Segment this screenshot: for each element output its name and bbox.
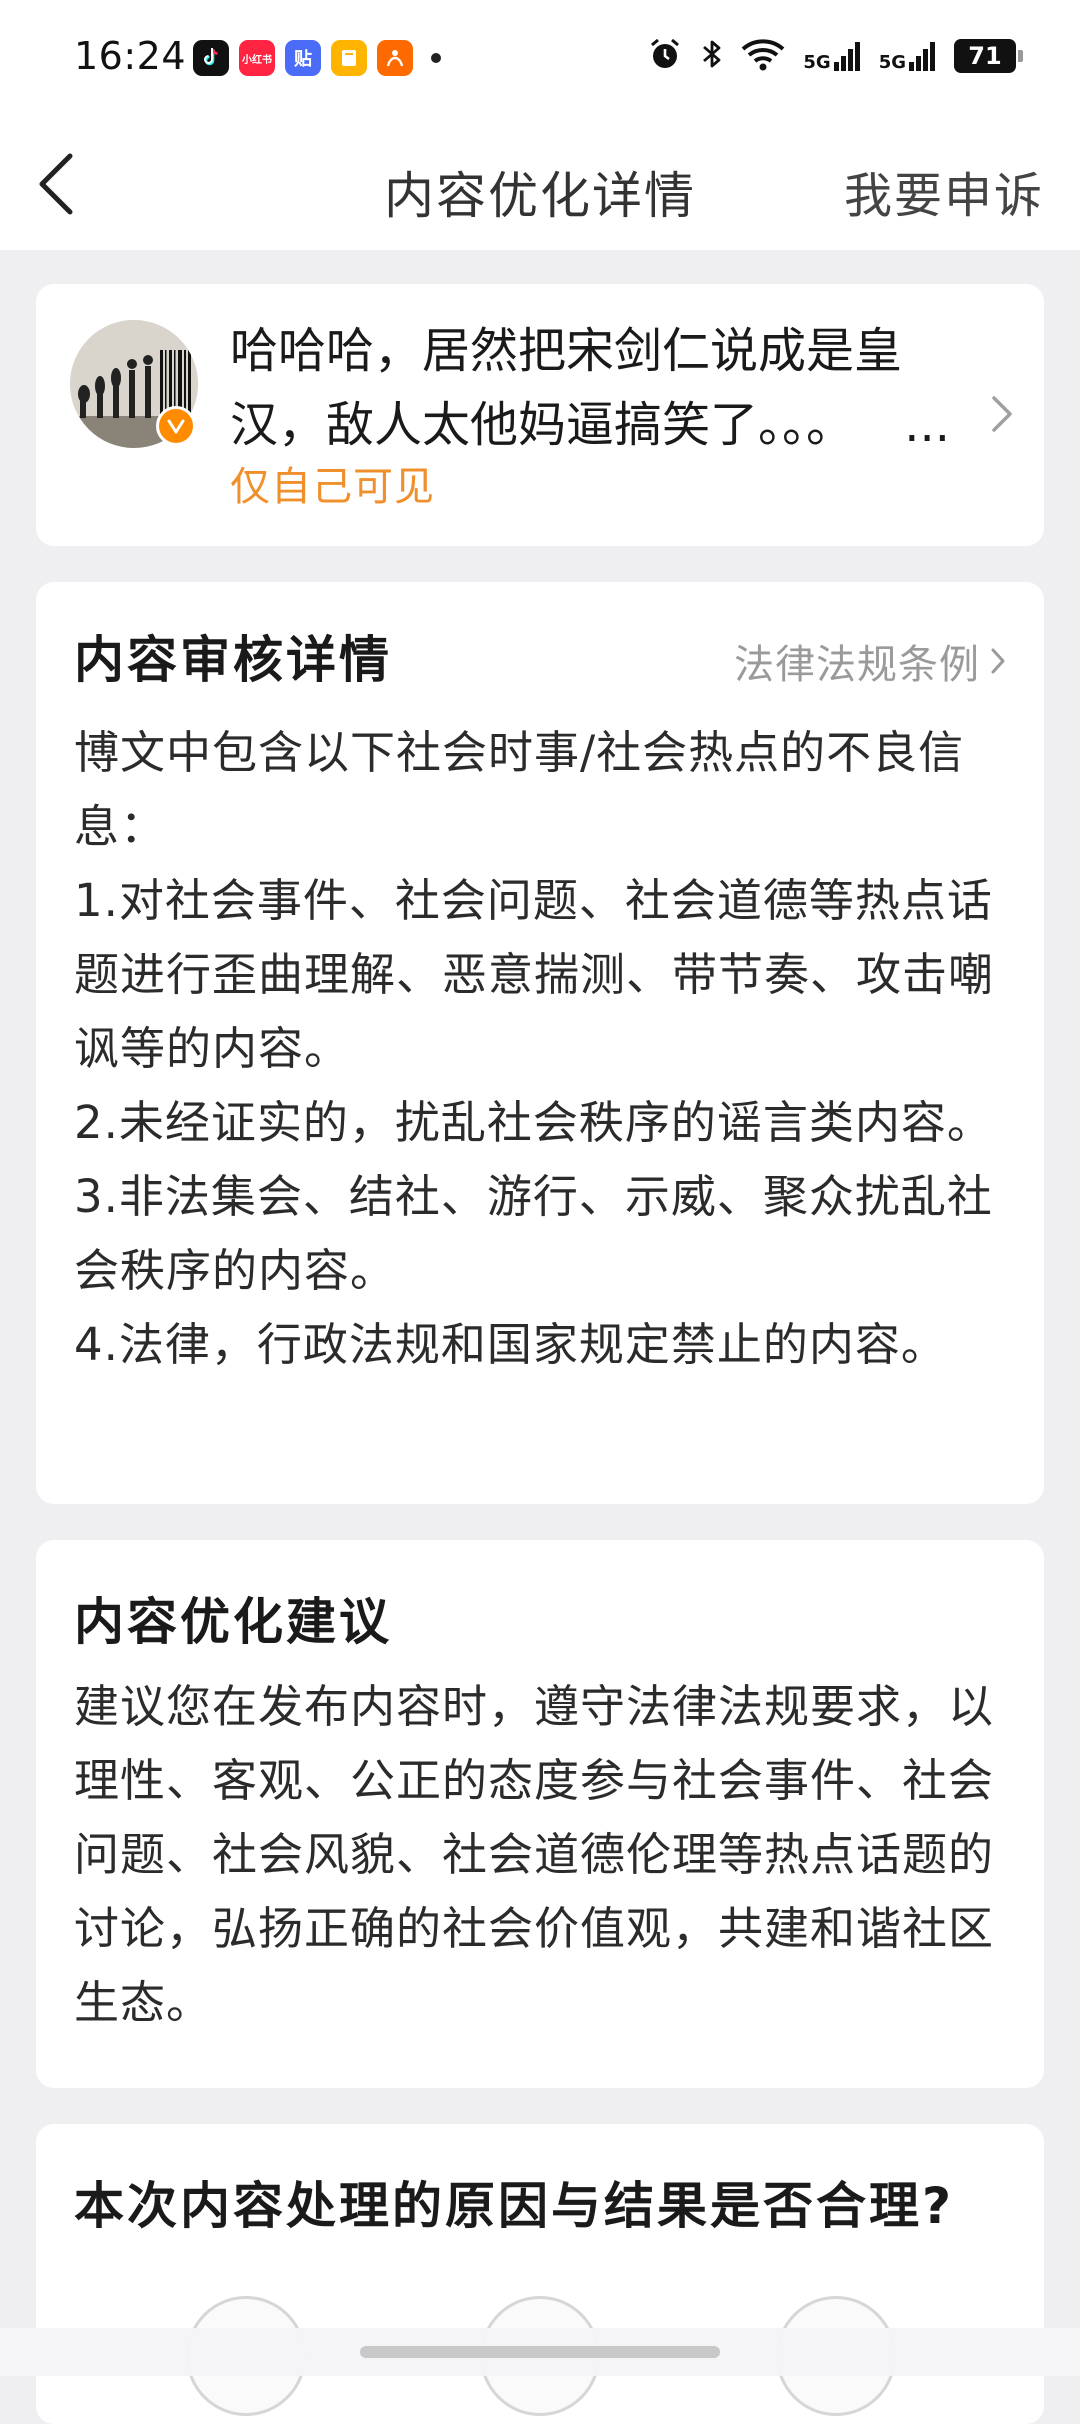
post-text: 哈哈哈，居然把宋剑仁说成是皇汉，敌人太他妈逼搞笑了。。。 <box>230 323 903 453</box>
appeal-button[interactable]: 我要申诉 <box>844 156 1044 226</box>
chevron-right-icon <box>992 396 1012 432</box>
more-notifications-dot <box>431 53 441 63</box>
home-indicator <box>0 2328 1080 2376</box>
cellular-signal-1: 5G <box>803 40 860 72</box>
home-indicator-bar[interactable] <box>360 2346 720 2358</box>
alarm-icon <box>647 36 683 76</box>
avatar <box>70 320 198 448</box>
feedback-question: 本次内容处理的原因与结果是否合理? <box>74 2177 955 2235</box>
chevron-right-icon <box>991 648 1005 674</box>
review-item-4: 4.法律，行政法规和国家规定禁止的内容。 <box>74 1318 947 1371</box>
tieba-icon: 贴 <box>285 40 321 76</box>
law-regulations-link[interactable]: 法律法规条例 <box>734 632 1006 690</box>
suggestion-title: 内容优化建议 <box>74 1593 392 1651</box>
reader-icon <box>331 40 367 76</box>
navigation-bar: 内容优化详情 我要申诉 <box>0 118 1080 250</box>
status-time: 16:24 <box>74 34 187 78</box>
notification-app-icons: 小红书 贴 <box>193 40 441 76</box>
review-item-1: 1.对社会事件、社会问题、社会道德等热点话题进行歪曲理解、恶意揣测、带节奏、攻击… <box>74 874 995 1075</box>
xiaohongshu-icon: 小红书 <box>239 40 275 76</box>
status-bar: 16:24 小红书 贴 5G 5G 71 <box>0 0 1080 118</box>
post-summary-card[interactable]: 哈哈哈，居然把宋剑仁说成是皇汉，敌人太他妈逼搞笑了。。。 ... 仅自己可见 <box>36 284 1044 546</box>
review-details-title: 内容审核详情 <box>74 631 392 689</box>
optimization-suggestion-card: 内容优化建议 建议您在发布内容时，遵守法律法规要求，以理性、客观、公正的态度参与… <box>36 1540 1044 2088</box>
visibility-label: 仅自己可见 <box>230 464 435 510</box>
wifi-icon <box>741 37 785 75</box>
review-intro: 博文中包含以下社会时事/社会热点的不良信息： <box>74 726 965 853</box>
review-item-2: 2.未经证实的，扰乱社会秩序的谣言类内容。 <box>74 1096 993 1149</box>
feedback-card: 本次内容处理的原因与结果是否合理? <box>36 2124 1044 2424</box>
taobao-icon <box>377 40 413 76</box>
review-details-body: 博文中包含以下社会时事/社会热点的不良信息： 1.对社会事件、社会问题、社会道德… <box>74 716 1010 1382</box>
review-item-3: 3.非法集会、结社、游行、示威、聚众扰乱社会秩序的内容。 <box>74 1170 993 1297</box>
battery-indicator: 71 <box>954 39 1023 73</box>
post-excerpt: 哈哈哈，居然把宋剑仁说成是皇汉，敌人太他妈逼搞笑了。。。 ... <box>230 314 950 462</box>
review-details-card: 内容审核详情 法律法规条例 博文中包含以下社会时事/社会热点的不良信息： 1.对… <box>36 582 1044 1504</box>
cellular-signal-2: 5G <box>879 40 936 72</box>
post-ellipsis: ... <box>898 388 950 462</box>
tiktok-icon <box>193 40 229 76</box>
bluetooth-icon <box>701 37 723 75</box>
suggestion-body: 建议您在发布内容时，遵守法律法规要求，以理性、客观、公正的态度参与社会事件、社会… <box>74 1680 995 2029</box>
law-regulations-label: 法律法规条例 <box>734 642 980 688</box>
status-indicators: 5G 5G 71 <box>647 36 1023 76</box>
verified-badge-icon <box>156 406 196 446</box>
